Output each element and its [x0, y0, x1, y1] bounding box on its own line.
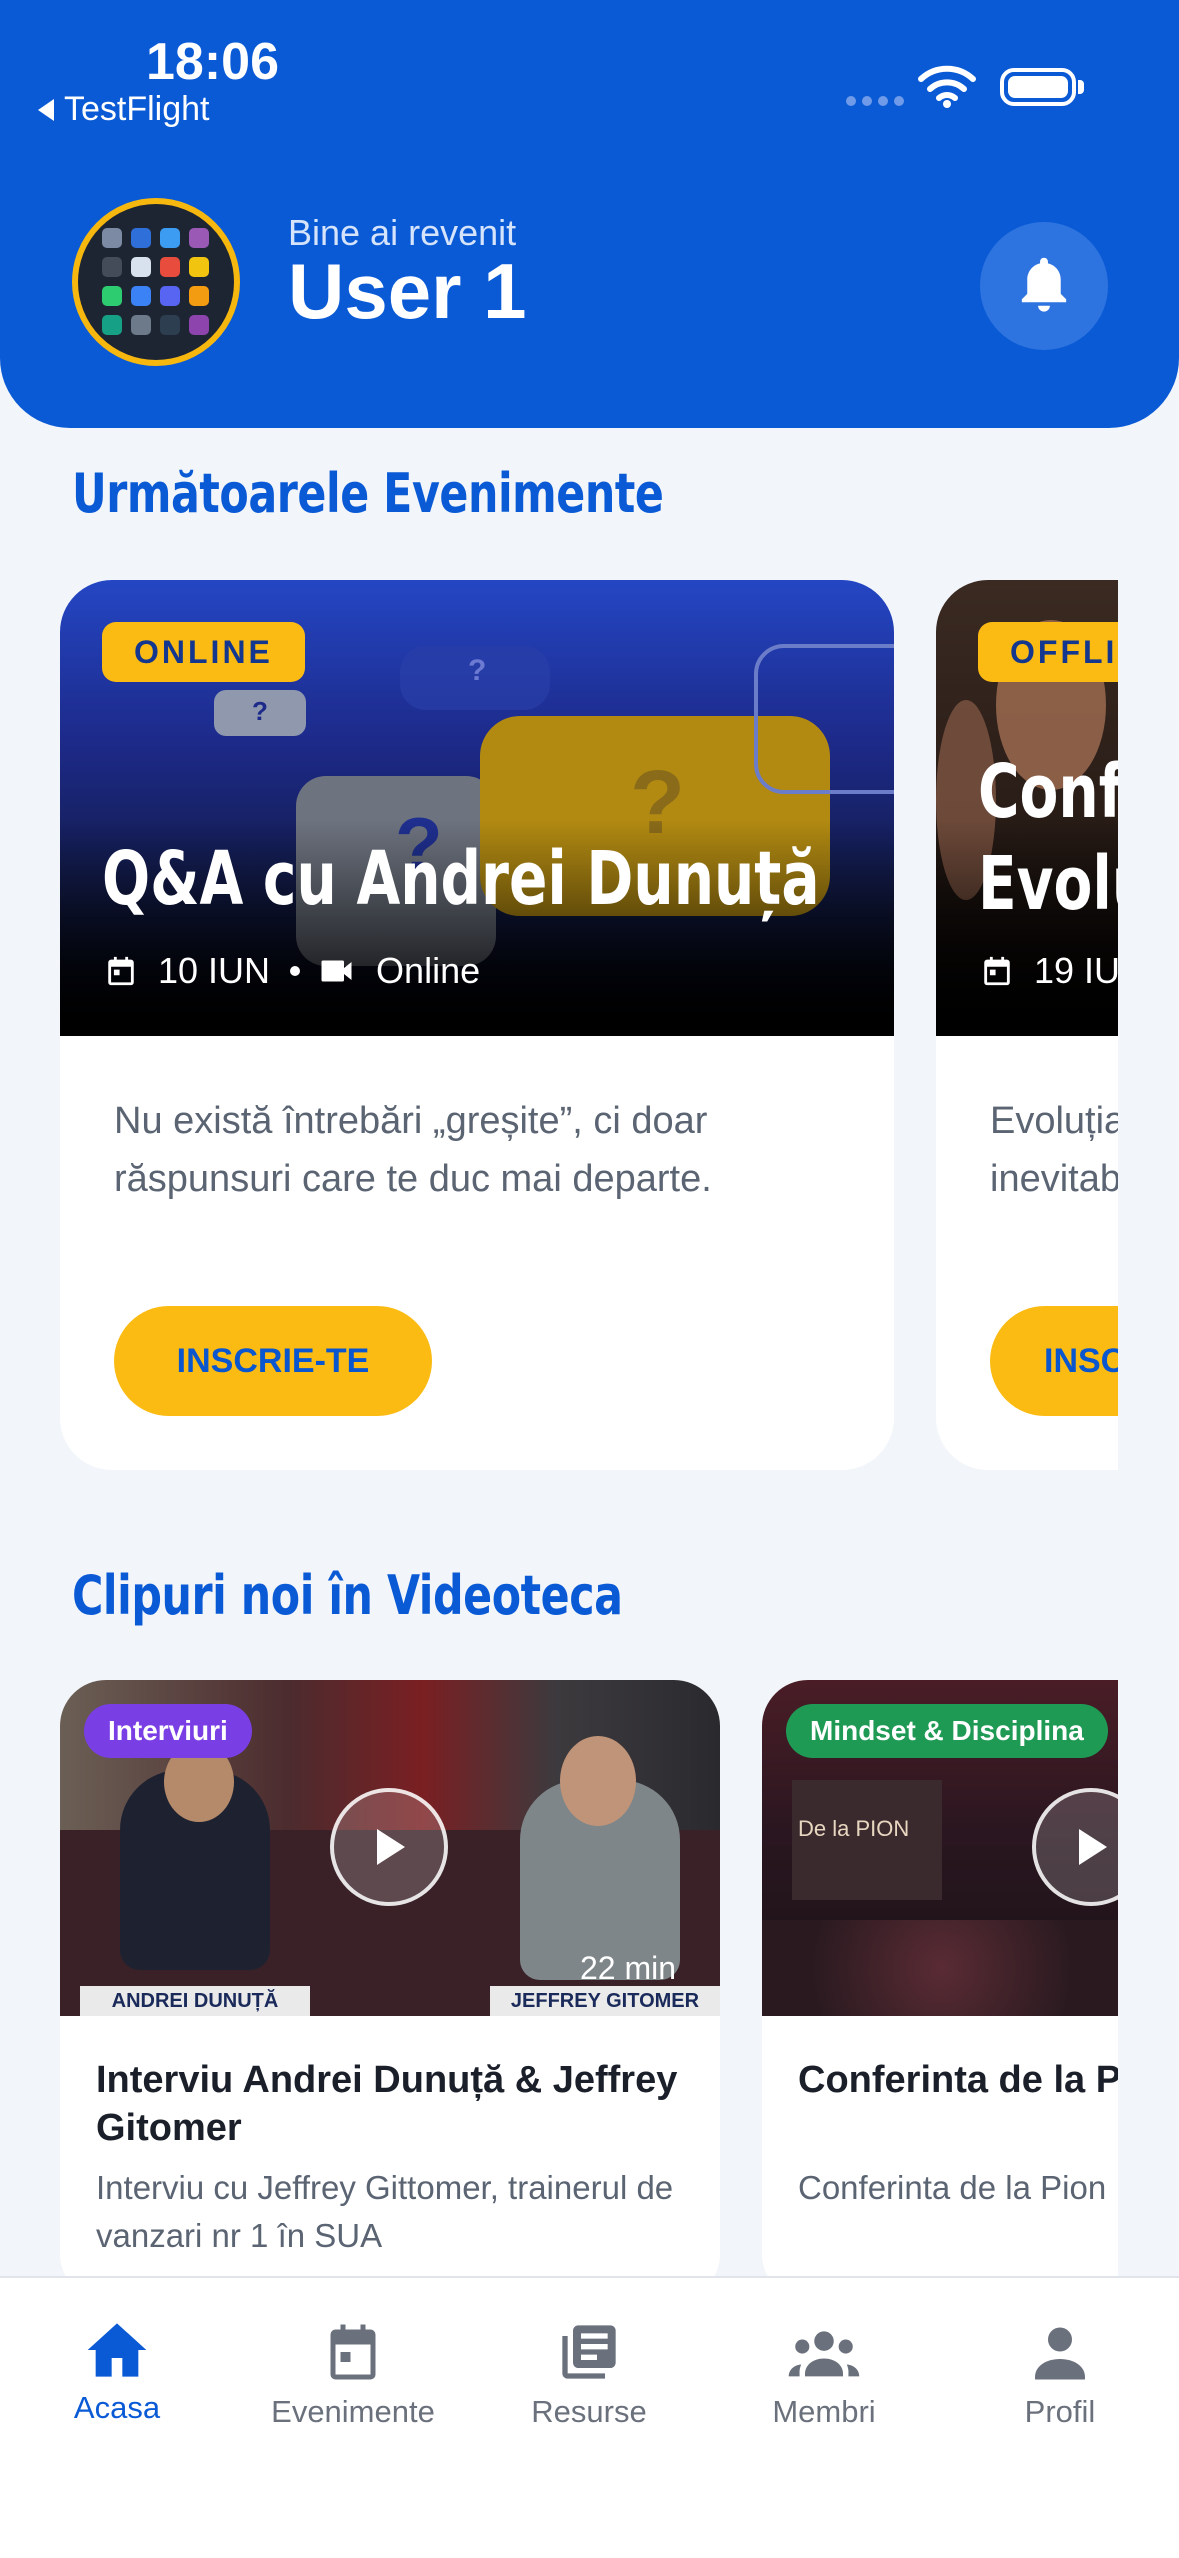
videos-section-title: Clipuri noi în Videoteca	[72, 1564, 623, 1627]
cellular-signal-icon	[846, 96, 904, 106]
event-meta: 19 IU	[980, 950, 1118, 992]
video-description: Conferinta de la Pion	[798, 2169, 1107, 2206]
video-duration: 22 min	[579, 1950, 676, 1986]
video-caption-left: ANDREI DUNUȚĂ	[80, 1986, 310, 2016]
event-title: Q&A cu Andrei Dunuță	[102, 836, 820, 922]
video-thumbnail: De la PION Mindset & Disciplina	[762, 1680, 1118, 2016]
video-category-badge: Interviuri	[84, 1704, 252, 1758]
event-location: Online	[376, 950, 481, 991]
nav-label: Membri	[772, 2394, 876, 2429]
play-button[interactable]	[330, 1788, 448, 1906]
user-name: User 1	[288, 247, 527, 335]
nav-label: Evenimente	[271, 2394, 435, 2429]
register-button[interactable]: INSC	[990, 1306, 1118, 1416]
play-icon	[1079, 1829, 1107, 1865]
video-category-badge: Mindset & Disciplina	[786, 1704, 1108, 1758]
battery-icon	[1000, 68, 1076, 106]
nav-label: Acasa	[73, 2390, 161, 2425]
home-icon	[87, 2323, 147, 2377]
video-screen-text: De la PION	[798, 1816, 910, 1841]
event-title: Confe Evolu	[978, 749, 1118, 927]
event-date: 10 IUN	[158, 950, 271, 991]
notifications-button[interactable]	[980, 222, 1108, 350]
event-description: Evoluția inevitab	[990, 1100, 1118, 1200]
event-card[interactable]: ? ? ? ? ONLINE Q&A cu Andrei Dunuță 10 I…	[60, 580, 894, 1470]
video-card[interactable]: De la PION Mindset & Disciplina Conferin…	[762, 1680, 1118, 2276]
event-image: ? ? ? ? ONLINE Q&A cu Andrei Dunuță 10 I…	[60, 580, 894, 1036]
nav-label: Profil	[1024, 2394, 1096, 2429]
back-to-testflight-link[interactable]: TestFlight	[38, 90, 210, 129]
play-button[interactable]	[1032, 1788, 1118, 1906]
nav-item-acasa[interactable]: Acasa	[17, 2320, 217, 2426]
nav-item-evenimente[interactable]: Evenimente	[253, 2320, 453, 2430]
group-icon	[788, 2331, 860, 2377]
bell-icon	[1021, 257, 1067, 312]
event-meta: 10 IUN Online	[104, 950, 480, 992]
event-badge: OFFLINE	[978, 622, 1118, 682]
video-caption-right: JEFFREY GITOMER	[490, 1986, 720, 2016]
avatar[interactable]	[72, 198, 240, 366]
events-section-title: Următoarele Evenimente	[72, 462, 664, 525]
register-button[interactable]: INSCRIE-TE	[114, 1306, 432, 1416]
nav-item-profil[interactable]: Profil	[960, 2320, 1160, 2430]
video-card[interactable]: ANDREI DUNUȚĂ JEFFREY GITOMER Interviuri…	[60, 1680, 720, 2276]
library-icon	[562, 2325, 616, 2379]
events-carousel[interactable]: ? ? ? ? ONLINE Q&A cu Andrei Dunuță 10 I…	[0, 560, 1118, 1500]
event-card[interactable]: OFFLINE Confe Evolu 19 IU Evoluția inevi…	[936, 580, 1118, 1470]
nav-label: Resurse	[531, 2394, 647, 2429]
wifi-icon	[918, 65, 976, 108]
event-date: 19 IU	[1034, 950, 1118, 991]
video-title: Interviu Andrei Dunuță & Jeffrey Gitomer	[96, 2059, 678, 2149]
welcome-text: Bine ai revenit	[288, 212, 517, 246]
back-app-label: TestFlight	[64, 90, 210, 128]
back-arrow-icon	[38, 98, 54, 121]
event-badge: ONLINE	[102, 622, 305, 682]
event-description: Nu există întrebări „greșite”, ci doar r…	[114, 1100, 712, 1200]
nav-item-membri[interactable]: Membri	[724, 2320, 924, 2430]
play-icon	[377, 1829, 405, 1865]
video-title: Conferinta de la P Campion	[798, 2059, 1118, 2101]
video-description: Interviu cu Jeffrey Gittomer, trainerul …	[96, 2169, 674, 2254]
calendar-icon	[984, 956, 1010, 986]
status-time: 18:06	[146, 33, 279, 91]
video-camera-icon	[321, 960, 352, 982]
calendar-icon	[108, 956, 134, 986]
video-thumbnail: ANDREI DUNUȚĂ JEFFREY GITOMER Interviuri…	[60, 1680, 720, 2016]
calendar-icon	[330, 2324, 376, 2380]
nav-item-resurse[interactable]: Resurse	[489, 2320, 689, 2430]
videos-carousel[interactable]: ANDREI DUNUȚĂ JEFFREY GITOMER Interviuri…	[0, 1660, 1118, 2276]
person-icon	[1035, 2327, 1085, 2380]
event-image: OFFLINE Confe Evolu 19 IU	[936, 580, 1118, 1036]
